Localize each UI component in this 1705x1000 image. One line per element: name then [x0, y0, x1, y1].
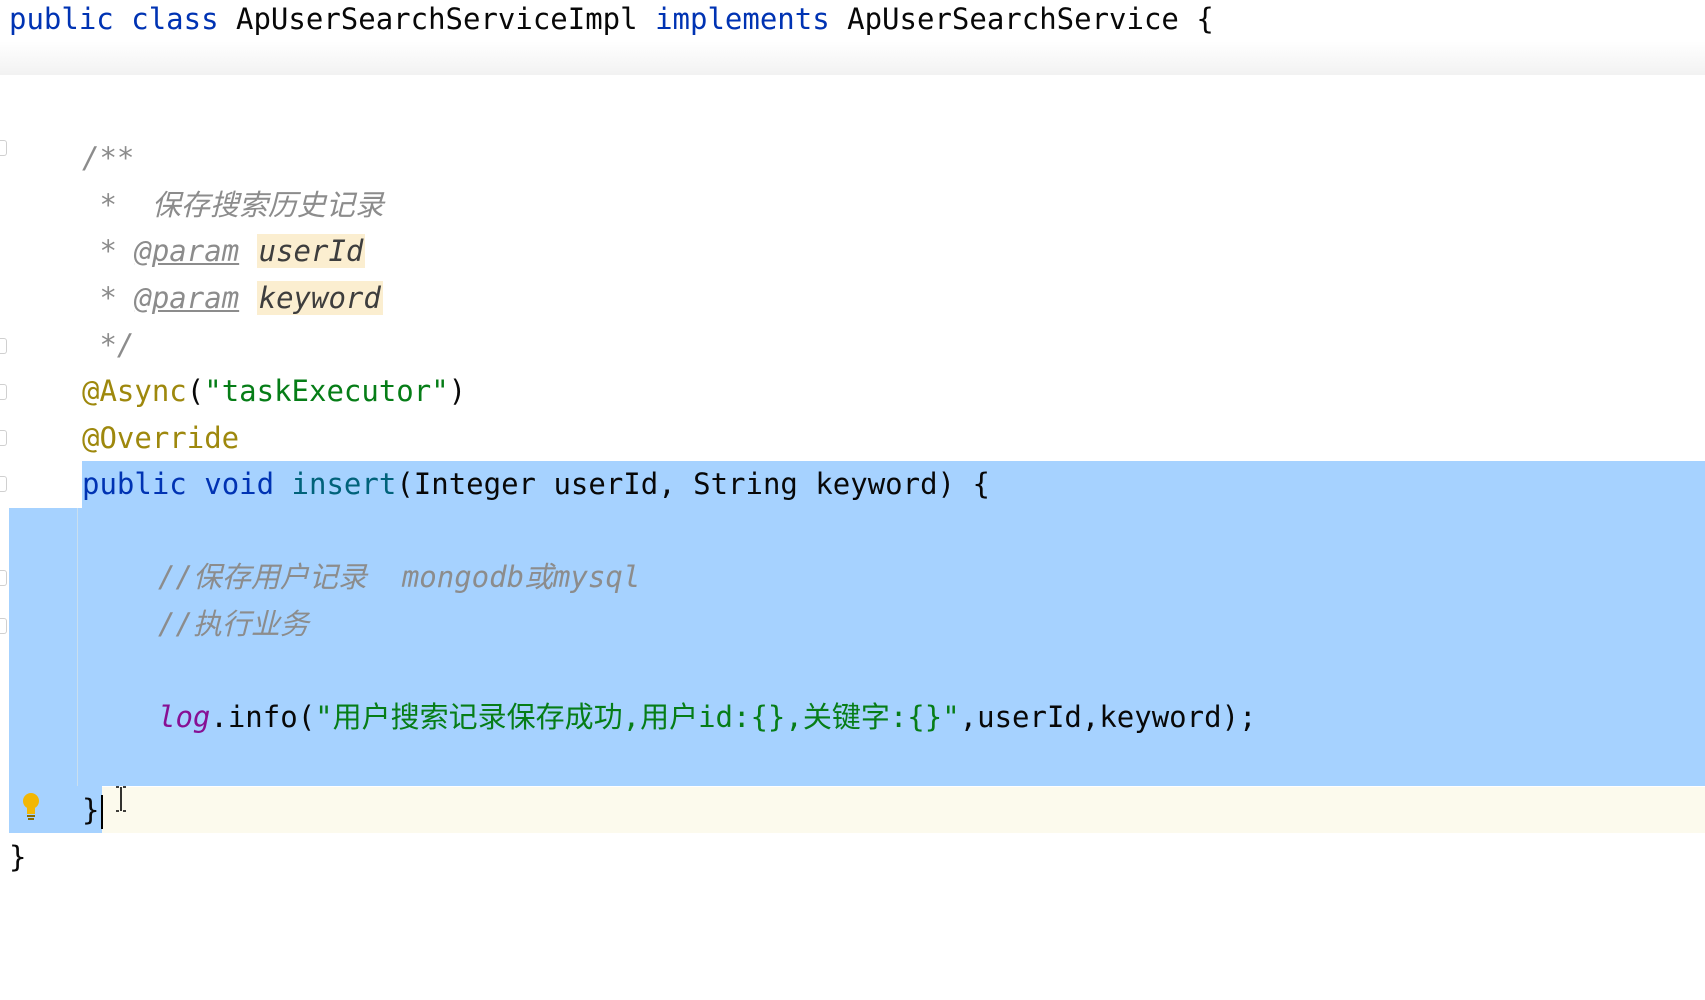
javadoc-star: *: [82, 234, 135, 268]
fold-marker-icon[interactable]: [0, 338, 7, 354]
async-argument: "taskExecutor": [204, 374, 449, 408]
code-line[interactable]: @Override: [82, 415, 239, 462]
keyword-public: public: [9, 2, 114, 36]
current-line-highlight: [9, 787, 1705, 833]
lightbulb-icon[interactable]: [22, 792, 40, 822]
log-field: log: [158, 700, 211, 734]
fold-marker-icon[interactable]: [0, 570, 7, 586]
comment-execute-business: //执行业务: [158, 607, 309, 641]
async-paren-close: ): [448, 374, 467, 408]
keyword-void: void: [204, 467, 275, 501]
indent-guide: [77, 508, 78, 786]
class-declaration-line: public class ApUserSearchServiceImpl imp…: [9, 0, 1214, 38]
javadoc-param-tag: @param: [134, 234, 240, 268]
log-call: .info(: [210, 700, 316, 734]
override-annotation: @Override: [82, 421, 240, 455]
fold-marker-icon[interactable]: [0, 430, 7, 446]
code-line[interactable]: log.info("用户搜索记录保存成功,用户id:{},关键字:{}",use…: [158, 694, 1256, 741]
code-line[interactable]: */: [82, 322, 134, 369]
code-line[interactable]: * @param keyword: [82, 275, 383, 322]
keyword-implements: implements: [655, 2, 830, 36]
code-line[interactable]: @Async("taskExecutor"): [82, 368, 466, 415]
keyword-public: public: [82, 467, 187, 501]
code-line[interactable]: }: [9, 834, 26, 881]
fold-marker-icon[interactable]: [0, 618, 7, 634]
code-line[interactable]: public void insert(Integer userId, Strin…: [82, 461, 990, 508]
javadoc-open: /**: [82, 141, 135, 175]
interface-name: ApUserSearchService: [847, 2, 1179, 36]
text-caret: [101, 795, 103, 829]
text-cursor-icon: [116, 786, 126, 812]
log-message-string: "用户搜索记录保存成功,用户id:{},关键字:{}": [315, 700, 960, 734]
method-params: (Integer userId, String keyword) {: [396, 467, 990, 501]
javadoc-param-keyword[interactable]: keyword: [256, 281, 383, 315]
keyword-class: class: [131, 2, 219, 36]
javadoc-close: */: [82, 328, 135, 362]
class-name: ApUserSearchServiceImpl: [236, 2, 638, 36]
class-close-brace: }: [9, 840, 27, 874]
code-line[interactable]: //执行业务: [158, 601, 309, 648]
sticky-class-header[interactable]: public class ApUserSearchServiceImpl imp…: [0, 0, 1705, 75]
method-close-brace: }: [82, 793, 100, 827]
fold-marker-icon[interactable]: [0, 140, 7, 156]
javadoc-description: * 保存搜索历史记录: [82, 188, 384, 222]
code-line[interactable]: //保存用户记录 mongodb或mysql: [158, 554, 640, 601]
log-arguments: ,userId,keyword);: [959, 700, 1257, 734]
async-annotation: @Async: [82, 374, 187, 408]
code-line[interactable]: /**: [82, 135, 134, 182]
fold-marker-icon[interactable]: [0, 384, 7, 400]
async-paren-open: (: [186, 374, 205, 408]
javadoc-param-userid[interactable]: userId: [256, 234, 366, 268]
javadoc-star: *: [82, 281, 135, 315]
comment-save-record: //保存用户记录 mongodb或mysql: [158, 560, 641, 594]
method-name: insert: [291, 467, 397, 501]
code-line[interactable]: }: [82, 787, 99, 834]
javadoc-param-tag: @param: [134, 281, 240, 315]
code-line[interactable]: * 保存搜索历史记录: [82, 182, 384, 229]
fold-marker-icon[interactable]: [0, 476, 7, 492]
code-editor[interactable]: public class ApUserSearchServiceImpl imp…: [0, 0, 1705, 1000]
class-open-brace: {: [1196, 2, 1214, 36]
code-line[interactable]: * @param userId: [82, 228, 366, 275]
